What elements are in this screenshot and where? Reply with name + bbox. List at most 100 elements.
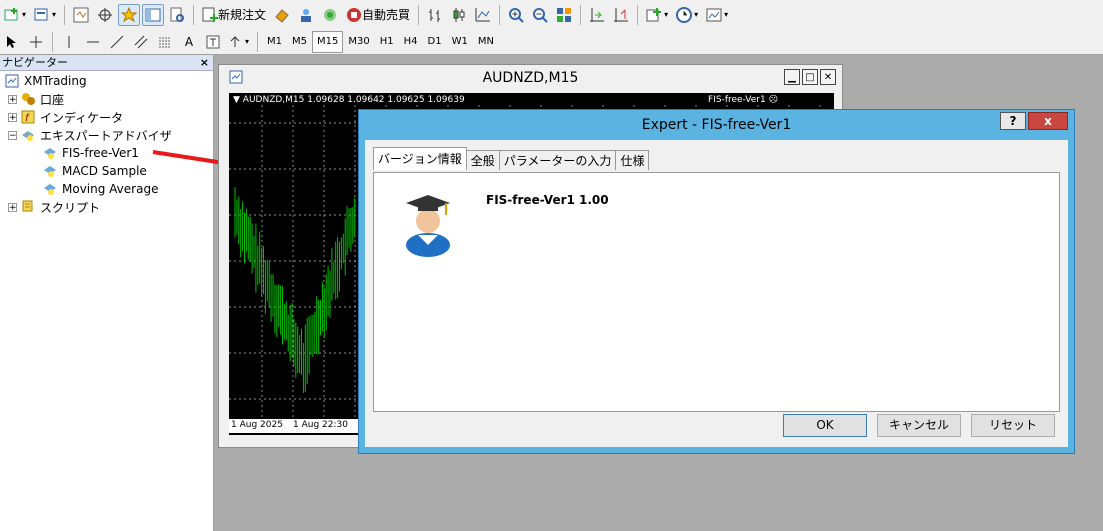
crosshair-button[interactable]	[25, 31, 47, 53]
tile-windows-button[interactable]	[553, 4, 575, 26]
navigator-title: ナビゲーター	[2, 56, 68, 69]
candle-chart-button[interactable]	[448, 4, 470, 26]
add-indicator-icon	[646, 7, 662, 21]
maximize-button[interactable]: □	[802, 69, 818, 85]
market-watch-button[interactable]	[70, 4, 92, 26]
tab-common[interactable]: 全般	[465, 150, 500, 170]
dialog-titlebar[interactable]: Expert - FIS-free-Ver1 ? x	[359, 110, 1074, 140]
indicators-button[interactable]: ▾	[643, 4, 671, 26]
tree-item-expert-ma[interactable]: Moving Average	[42, 180, 158, 198]
tree-item-scripts[interactable]: + スクリプト	[8, 198, 100, 216]
templates-button[interactable]: ▾	[703, 4, 731, 26]
bar-chart-icon	[429, 8, 441, 22]
ea-disabled-icon: ☹	[768, 95, 778, 105]
profiles-button[interactable]: ▾	[31, 4, 59, 26]
chart-ea-label: FIS-free-Ver1 ☹	[708, 95, 778, 105]
new-chart-icon	[4, 7, 18, 20]
text-button[interactable]: A	[178, 31, 200, 53]
horizontal-line-button[interactable]	[82, 31, 104, 53]
zoom-in-button[interactable]	[505, 4, 527, 26]
chart-window-icon	[229, 70, 243, 84]
crosshair-icon	[30, 35, 42, 48]
fibonacci-icon	[159, 37, 171, 47]
zoom-in-icon	[509, 7, 524, 23]
expert-icon	[42, 181, 58, 197]
cursor-button[interactable]	[1, 31, 23, 53]
chart-titlebar[interactable]: AUDNZD,M15 ▁ □ ✕	[219, 65, 842, 91]
navigator-close-button[interactable]: ×	[200, 55, 209, 70]
cancel-button[interactable]: キャンセル	[877, 414, 961, 437]
chart-shift-icon	[590, 7, 605, 22]
expand-icon[interactable]: +	[8, 94, 17, 104]
timeframe-m30[interactable]: M30	[343, 31, 374, 53]
timeframe-w1[interactable]: W1	[447, 31, 473, 53]
separator	[193, 4, 195, 25]
tree-label-indicators: インディケータ	[40, 110, 124, 125]
trendline-icon	[110, 35, 124, 48]
separator	[499, 4, 501, 25]
strategy-tester-button[interactable]	[166, 4, 188, 26]
timeframe-d1[interactable]: D1	[423, 31, 447, 53]
vertical-line-icon	[68, 35, 70, 48]
help-button[interactable]: ?	[1000, 112, 1026, 130]
trendline-button[interactable]	[106, 31, 128, 53]
chart-shift-button[interactable]	[586, 4, 608, 26]
text-label-button[interactable]	[202, 31, 224, 53]
new-order-button[interactable]: 新規注文	[199, 4, 269, 26]
separator	[257, 31, 259, 52]
vertical-line-button[interactable]	[58, 31, 80, 53]
accounts-icon	[20, 91, 36, 107]
tree-label-expert: Moving Average	[62, 182, 159, 196]
data-window-button[interactable]	[94, 4, 116, 26]
tree-label-scripts: スクリプト	[40, 200, 101, 215]
expand-icon[interactable]: +	[8, 112, 17, 122]
auto-trading-button[interactable]: 自動売買	[343, 4, 413, 26]
tree-label-root: XMTrading	[24, 74, 87, 88]
fibonacci-button[interactable]	[154, 31, 176, 53]
signals-button[interactable]	[295, 4, 317, 26]
timeframe-h4[interactable]: H4	[399, 31, 423, 53]
tab-about[interactable]: バージョン情報	[373, 147, 467, 170]
new-chart-button[interactable]: ▾	[1, 4, 29, 26]
separator	[418, 4, 420, 25]
bar-chart-button[interactable]	[424, 4, 446, 26]
broadcast-button[interactable]	[319, 4, 341, 26]
timeframe-m1[interactable]: M1	[262, 31, 287, 53]
periods-button[interactable]: ▾	[673, 4, 701, 26]
template-icon	[706, 8, 722, 21]
market-watch-icon	[73, 7, 89, 22]
timeframe-mn[interactable]: MN	[473, 31, 499, 53]
collapse-icon[interactable]: −	[8, 130, 17, 140]
tab-dependencies[interactable]: 仕様	[615, 150, 650, 170]
timeframe-m5[interactable]: M5	[287, 31, 312, 53]
line-chart-button[interactable]	[472, 4, 494, 26]
auto-scroll-button[interactable]	[610, 4, 632, 26]
tree-item-accounts[interactable]: + 口座	[8, 90, 64, 108]
drawing-toolbar: A ▾ M1 M5 M15 M30 H1 H4 D1 W1 MN	[0, 29, 1103, 55]
equidistant-channel-button[interactable]	[130, 31, 152, 53]
tree-item-expert-fis[interactable]: FIS-free-Ver1	[42, 144, 139, 162]
timeframe-m15[interactable]: M15	[312, 30, 344, 53]
reset-button[interactable]: リセット	[971, 414, 1055, 437]
expand-icon[interactable]: +	[8, 202, 17, 212]
terminal-button[interactable]	[142, 3, 165, 26]
tree-item-experts[interactable]: − エキスパートアドバイザ	[8, 126, 172, 144]
dialog-close-button[interactable]: x	[1028, 112, 1068, 130]
arrows-button[interactable]: ▾	[226, 31, 252, 53]
close-button[interactable]: ✕	[820, 69, 836, 85]
navigator-button[interactable]	[118, 3, 141, 26]
star-folder-icon	[121, 6, 138, 22]
expert-icon	[42, 163, 58, 179]
timeframe-h1[interactable]: H1	[375, 31, 399, 53]
tree-item-root[interactable]: XMTrading	[4, 72, 87, 90]
metaeditor-button[interactable]	[271, 4, 293, 26]
script-icon	[20, 199, 36, 215]
tab-inputs[interactable]: パラメーターの入力	[498, 150, 617, 170]
zoom-out-button[interactable]	[529, 4, 551, 26]
tree-item-indicators[interactable]: + f インディケータ	[8, 108, 123, 126]
time-label: 1 Aug 2025	[231, 420, 283, 430]
minimize-button[interactable]: ▁	[784, 69, 800, 85]
ok-button[interactable]: OK	[783, 414, 867, 437]
tree-item-expert-macd[interactable]: MACD Sample	[42, 162, 147, 180]
tester-icon	[170, 7, 185, 22]
